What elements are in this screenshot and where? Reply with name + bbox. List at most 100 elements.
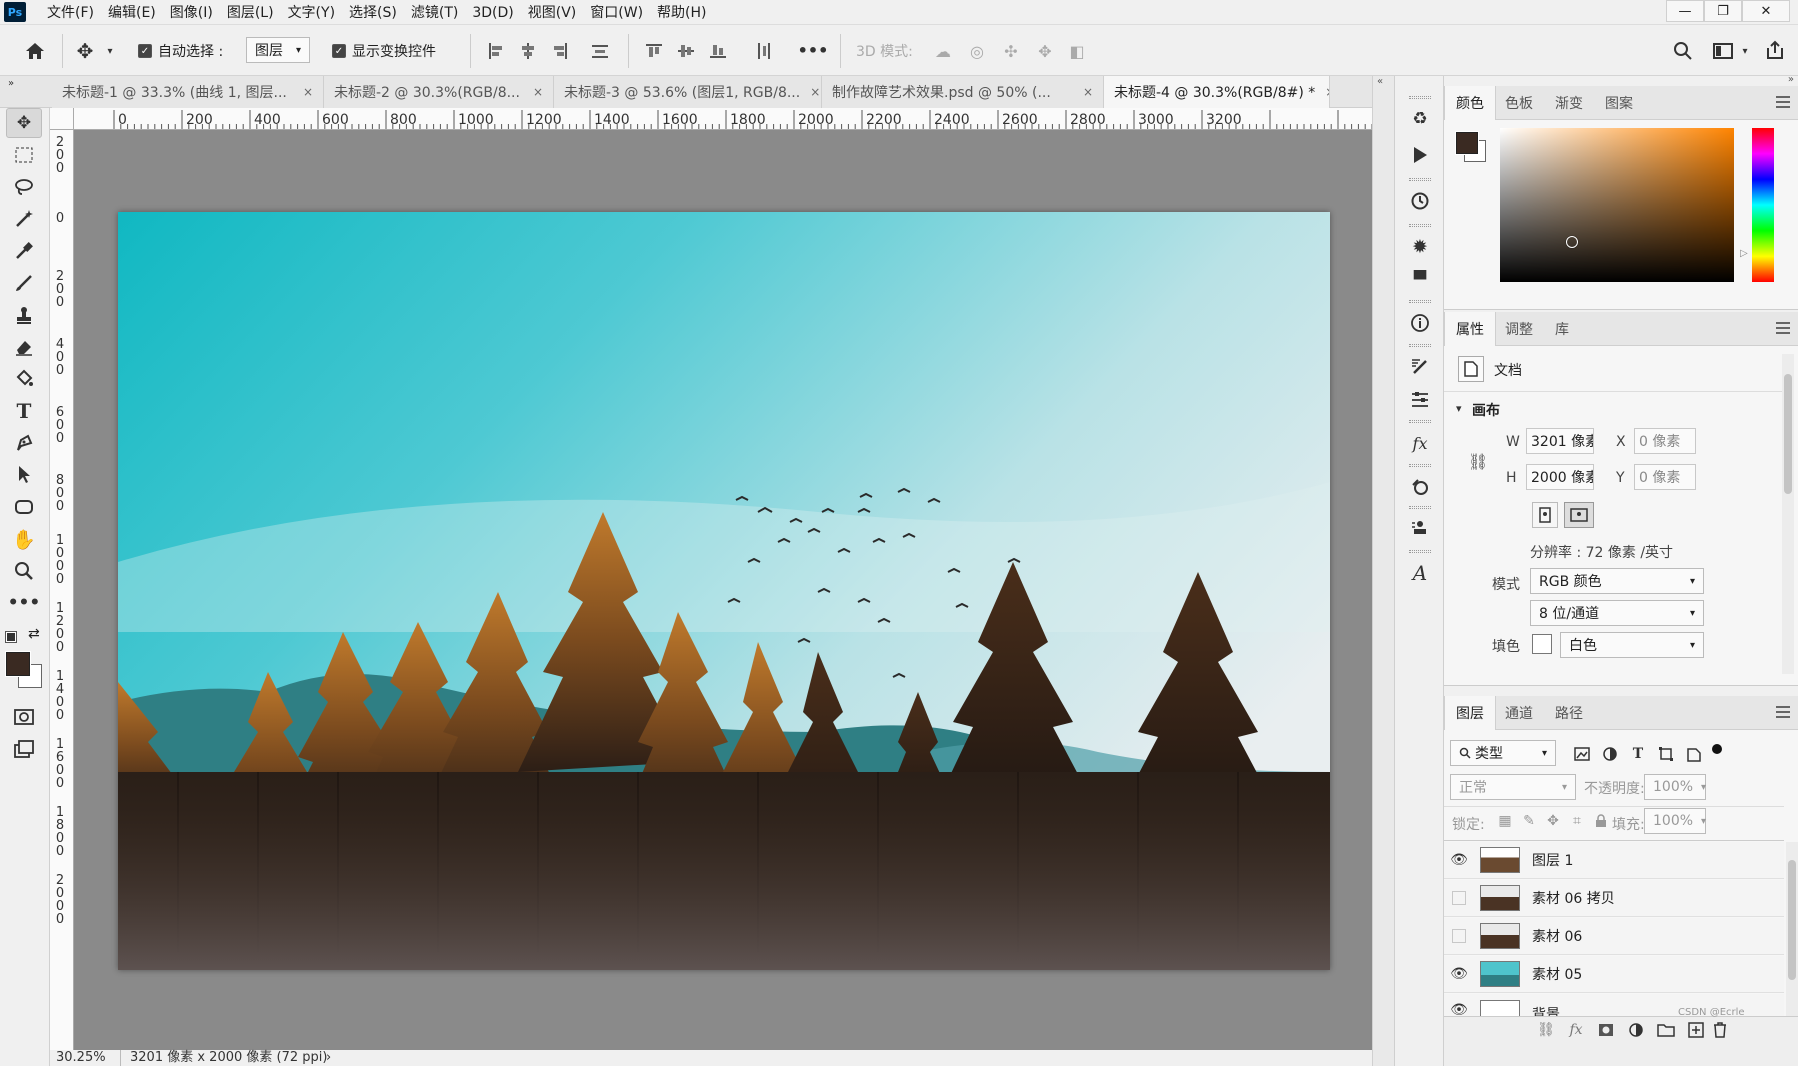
- collapse-panels-icon[interactable]: «: [1377, 76, 1383, 87]
- new-layer-icon[interactable]: [1686, 1021, 1706, 1039]
- 3d-pan-icon[interactable]: ✣: [998, 40, 1024, 62]
- tab-channels[interactable]: 通道: [1494, 696, 1544, 730]
- lock-transparent-icon[interactable]: ▦: [1496, 812, 1514, 830]
- eyedropper-tool-icon[interactable]: [6, 236, 42, 266]
- align-right-icon[interactable]: [548, 40, 572, 62]
- fx-icon[interactable]: fx: [1566, 1021, 1586, 1039]
- more-options-icon[interactable]: •••: [798, 38, 829, 62]
- eraser-tool-icon[interactable]: [6, 332, 42, 362]
- styles-fx-icon[interactable]: fx: [1401, 426, 1439, 460]
- link-icon[interactable]: ⛓: [1468, 452, 1488, 471]
- panel-menu-icon[interactable]: [1776, 706, 1790, 718]
- tab-document-2[interactable]: 未标题-2 @ 30.3%(RGB/8... ×: [324, 76, 554, 108]
- color-picker-cursor[interactable]: [1566, 236, 1578, 248]
- info-icon[interactable]: [1401, 306, 1439, 340]
- chevron-down-icon[interactable]: ▾: [1456, 402, 1462, 415]
- tab-adjustments[interactable]: 调整: [1494, 312, 1544, 346]
- folder-icon[interactable]: [1656, 1021, 1676, 1039]
- close-icon[interactable]: ×: [293, 85, 313, 99]
- zoom-level[interactable]: 30.25%: [56, 1050, 106, 1066]
- home-icon[interactable]: [20, 36, 50, 66]
- layer-filter-dropdown[interactable]: 类型 ▾: [1450, 740, 1556, 766]
- tool-presets-icon[interactable]: [1401, 512, 1439, 546]
- hue-slider-handle[interactable]: ▷: [1740, 248, 1748, 259]
- foreground-color-swatch[interactable]: [1455, 131, 1479, 155]
- paint-bucket-tool-icon[interactable]: [6, 364, 42, 394]
- tab-paths[interactable]: 路径: [1544, 696, 1594, 730]
- lock-artboard-icon[interactable]: ⌗: [1568, 812, 1586, 830]
- layer-row[interactable]: 👁 素材 05: [1444, 956, 1784, 993]
- align-center-icon[interactable]: [516, 40, 540, 62]
- visibility-toggle[interactable]: [1444, 929, 1474, 943]
- lasso-tool-icon[interactable]: [6, 172, 42, 202]
- adjustment-layer-icon[interactable]: [1626, 1021, 1646, 1039]
- clone-source-icon[interactable]: [1401, 470, 1439, 504]
- layers-scrollbar[interactable]: [1786, 842, 1798, 1016]
- history-icon[interactable]: [1401, 184, 1439, 218]
- opacity-input[interactable]: 100% ▾: [1644, 774, 1706, 800]
- menu-3d[interactable]: 3D(D): [465, 2, 520, 24]
- close-icon[interactable]: ×: [800, 85, 820, 99]
- scrollbar-thumb[interactable]: [1788, 860, 1796, 980]
- fill-dropdown[interactable]: 白色 ▾: [1560, 632, 1704, 658]
- eye-icon[interactable]: 👁: [1444, 852, 1474, 868]
- panel-menu-icon[interactable]: [1776, 96, 1790, 108]
- scrollbar-thumb[interactable]: [1784, 374, 1792, 494]
- layer-row[interactable]: 素材 06 拷贝: [1444, 880, 1784, 917]
- measurement-icon[interactable]: ▀: [1401, 262, 1439, 296]
- blend-mode-dropdown[interactable]: 正常 ▾: [1450, 774, 1576, 800]
- show-transform-checkbox[interactable]: ✓: [332, 44, 346, 58]
- minimize-button[interactable]: —: [1666, 0, 1704, 22]
- chevron-down-icon[interactable]: ▾: [104, 42, 116, 60]
- menu-select[interactable]: 选择(S): [342, 2, 404, 24]
- landscape-orientation-icon[interactable]: [1564, 502, 1594, 528]
- menu-type[interactable]: 文字(Y): [281, 2, 342, 24]
- add-mask-icon[interactable]: [1596, 1021, 1616, 1039]
- tab-properties[interactable]: 属性: [1444, 312, 1496, 346]
- actions-play-icon[interactable]: [1401, 138, 1439, 172]
- eye-icon[interactable]: 👁: [1444, 994, 1474, 1016]
- hue-slider[interactable]: [1752, 128, 1774, 282]
- panel-menu-icon[interactable]: [1776, 322, 1790, 334]
- chevron-right-icon[interactable]: ›: [326, 1050, 331, 1066]
- share-icon[interactable]: [1760, 36, 1790, 64]
- menu-view[interactable]: 视图(V): [521, 2, 584, 24]
- search-icon[interactable]: [1668, 38, 1698, 64]
- hand-tool-icon[interactable]: ✋: [6, 524, 42, 554]
- stamp-tool-icon[interactable]: [6, 300, 42, 330]
- color-field[interactable]: [1500, 128, 1734, 282]
- 3d-roll-icon[interactable]: ◎: [964, 40, 990, 62]
- portrait-orientation-icon[interactable]: [1532, 502, 1558, 528]
- document-canvas[interactable]: [118, 212, 1330, 970]
- type-tool-icon[interactable]: T: [6, 396, 42, 426]
- tab-layers[interactable]: 图层: [1444, 696, 1496, 730]
- chevron-down-icon[interactable]: ▾: [1738, 42, 1752, 60]
- path-selection-tool-icon[interactable]: [6, 460, 42, 490]
- lock-pixels-icon[interactable]: ✎: [1520, 812, 1538, 830]
- expand-panels-icon[interactable]: »: [1788, 74, 1794, 85]
- filter-adjustment-icon[interactable]: [1600, 744, 1620, 764]
- tab-gradients[interactable]: 渐变: [1544, 86, 1594, 120]
- brush-settings-icon[interactable]: [1401, 350, 1439, 384]
- auto-select-checkbox[interactable]: ✓: [138, 44, 152, 58]
- menu-file[interactable]: 文件(F): [40, 2, 101, 24]
- menu-help[interactable]: 帮助(H): [650, 2, 713, 24]
- filter-smart-object-icon[interactable]: [1684, 744, 1704, 764]
- align-top-icon[interactable]: [642, 40, 666, 62]
- workspace-icon[interactable]: [1708, 38, 1738, 64]
- tab-document-3[interactable]: 未标题-3 @ 53.6% (图层1, RGB/8... ×: [554, 76, 822, 108]
- filter-toggle-icon[interactable]: [1712, 744, 1722, 754]
- menu-window[interactable]: 窗口(W): [583, 2, 650, 24]
- menu-filter[interactable]: 滤镜(T): [404, 2, 465, 24]
- x-input[interactable]: 0 像素: [1634, 428, 1696, 454]
- 3d-scale-icon[interactable]: ◧: [1064, 40, 1090, 62]
- tab-swatches[interactable]: 色板: [1494, 86, 1544, 120]
- brushes-icon[interactable]: [1401, 382, 1439, 416]
- magic-wand-tool-icon[interactable]: [6, 204, 42, 234]
- align-middle-icon[interactable]: [674, 40, 698, 62]
- close-button[interactable]: ✕: [1742, 0, 1790, 22]
- quick-mask-icon[interactable]: [6, 702, 42, 732]
- foreground-color-swatch[interactable]: [5, 651, 31, 677]
- height-input[interactable]: 2000 像素: [1526, 464, 1594, 490]
- glyphs-icon[interactable]: A: [1401, 556, 1439, 590]
